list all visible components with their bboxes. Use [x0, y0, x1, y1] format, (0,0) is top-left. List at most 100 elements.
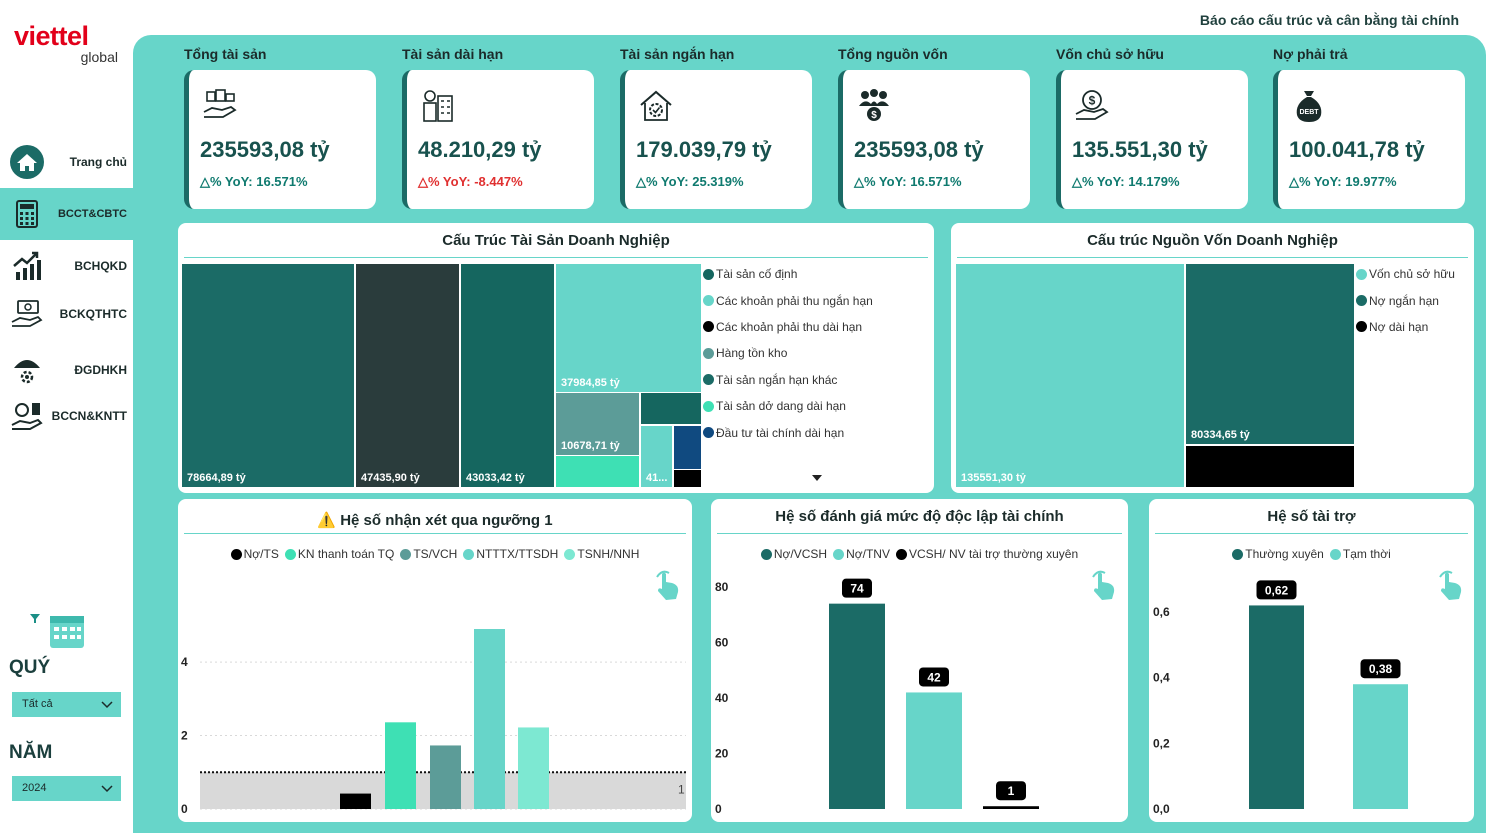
data-label: 1: [1008, 784, 1015, 798]
kpi-card[interactable]: 179.039,79 tỷ △% YoY: 25.319%: [620, 70, 812, 209]
kpi-value: 235593,08 tỷ: [854, 137, 984, 162]
bar-2[interactable]: [1353, 684, 1408, 809]
nav-label-bccn-kntt: BCCN&KNTT: [51, 409, 127, 423]
umbrella-gear-icon: [14, 360, 40, 384]
bar-1[interactable]: [829, 603, 885, 809]
bar-3[interactable]: [983, 806, 1039, 809]
treemap-tile-other-st[interactable]: 37984,85 tỷ: [556, 264, 701, 392]
treemap-tile-small-a[interactable]: [556, 456, 639, 487]
treemap-tile-inventory[interactable]: 43033,42 tỷ: [461, 264, 554, 487]
legend-item[interactable]: Các khoản phải thu ngắn hạn: [703, 287, 873, 313]
year-select[interactable]: 2024: [12, 776, 121, 801]
svg-text:$: $: [1089, 94, 1096, 108]
treemap-tile-lt-debt[interactable]: [1186, 446, 1354, 487]
nav-item-home[interactable]: Trang chủ: [0, 136, 133, 188]
legend-label: Các khoản phải thu ngắn hạn: [716, 293, 873, 308]
chevron-down-icon: [101, 701, 113, 709]
legend-item[interactable]: Đầu tư tài chính dài hạn: [703, 419, 873, 445]
legend-swatch: [703, 321, 714, 333]
y-tick-label: 0: [715, 802, 722, 816]
capital-legend: Vốn chủ sở hữu Nợ ngắn hạn Nợ dài hạn: [1356, 261, 1455, 340]
legend-item[interactable]: Nợ dài hạn: [1356, 314, 1455, 340]
treemap-tile-lt-investment[interactable]: [674, 426, 701, 469]
y-tick-label: 0,4: [1153, 671, 1170, 685]
treemap-tile-lt-receivables[interactable]: [674, 470, 701, 487]
y-tick-label: 2: [181, 729, 188, 743]
independence-ratio-chart: 0 20 40 60 80 74 42 1: [715, 578, 1039, 816]
debt-bag-icon: DEBT: [1296, 91, 1322, 122]
legend-scroll-down-icon[interactable]: [811, 474, 823, 482]
kpi-title: Tài sản dài hạn: [402, 46, 504, 62]
svg-text:$: $: [871, 110, 877, 121]
tile-label: 47435,90 tỷ: [361, 472, 420, 484]
y-tick-label: 0,6: [1153, 605, 1170, 619]
kpi-card[interactable]: $235593,08 tỷ △% YoY: 16.571%: [838, 70, 1030, 209]
capital-structure-title: Cấu trúc Nguồn Vốn Doanh Nghiệp: [1087, 232, 1338, 249]
calculator-icon: [16, 200, 38, 228]
kpi-card[interactable]: 48.210,29 tỷ △% YoY: -8.447%: [402, 70, 594, 209]
funding-ratio-card: Hệ số tài trợ Thường xuyên Tạm thời 0,0 0,…: [1149, 499, 1474, 822]
bar-1[interactable]: [1249, 605, 1304, 809]
treemap-tile-small-c[interactable]: 41...: [641, 426, 672, 487]
tile-label: 78664,89 tỷ: [187, 472, 246, 484]
legend-item[interactable]: Các khoản phải thu dài hạn: [703, 314, 873, 340]
kpi-yoy: △% YoY: 19.977%: [1289, 174, 1397, 189]
legend-swatch: [703, 400, 714, 412]
funding-ratio-chart: 0,0 0,2 0,4 0,6 0,62 0,38: [1153, 580, 1408, 816]
y-tick-label: 40: [715, 691, 729, 705]
nav-item-bchqkd[interactable]: BCHQKD: [0, 240, 133, 292]
legend-item[interactable]: Tài sản ngắn hạn khác: [703, 367, 873, 393]
legend-item[interactable]: Vốn chủ sở hữu: [1356, 261, 1455, 287]
legend-label: Nợ dài hạn: [1369, 319, 1429, 334]
tile-label: 10678,71 tỷ: [561, 440, 620, 452]
kpi-card[interactable]: DEBT 100.041,78 tỷ △% YoY: 19.977%: [1273, 70, 1465, 209]
legend-label: Tài sản dở dang dài hạn: [716, 399, 846, 414]
calendar-filter-icon[interactable]: [30, 610, 90, 654]
kpi-title: Vốn chủ sở hữu: [1056, 46, 1164, 62]
asset-legend: Tài sản cố định Các khoản phải thu ngắn h…: [703, 261, 873, 446]
treemap-tile-equity[interactable]: 135551,30 tỷ: [956, 264, 1184, 487]
bar-1[interactable]: [340, 793, 371, 809]
treemap-tile-st-receivables[interactable]: 47435,90 tỷ: [356, 264, 459, 487]
kpi-value: 100.041,78 tỷ: [1289, 137, 1425, 162]
logo-subtext: global: [80, 49, 118, 65]
bar-3[interactable]: [430, 745, 461, 809]
legend-label: Nợ ngắn hạn: [1369, 293, 1439, 308]
legend-item[interactable]: Tài sản dở dang dài hạn: [703, 393, 873, 419]
legend-item[interactable]: Hàng tồn kho: [703, 340, 873, 366]
legend-label: Vốn chủ sở hữu: [1369, 267, 1455, 282]
treemap-tile-small-b[interactable]: [641, 393, 701, 424]
nav-item-bccn-kntt[interactable]: BCCN&KNTT: [0, 390, 133, 442]
legend-label: Đầu tư tài chính dài hạn: [716, 425, 845, 440]
treemap-tile-fixed-assets[interactable]: 78664,89 tỷ: [182, 264, 354, 487]
treemap-tile-st-debt[interactable]: 80334,65 tỷ: [1186, 264, 1354, 444]
legend-item[interactable]: Nợ ngắn hạn: [1356, 287, 1455, 313]
kpi-yoy: △% YoY: 14.179%: [1072, 174, 1180, 189]
quarter-select[interactable]: Tất cả: [12, 692, 121, 717]
nav-item-bckqthtc[interactable]: BCKQTHTC: [0, 288, 133, 340]
y-tick-label: 0,0: [1153, 802, 1170, 816]
card-divider: [957, 257, 1468, 258]
y-tick-label: 80: [715, 580, 729, 594]
quarter-filter-label: QUÝ: [9, 657, 51, 678]
legend-label: Tài sản cố định: [716, 267, 798, 282]
bar-2[interactable]: [906, 692, 962, 809]
y-tick-label: 4: [181, 655, 188, 669]
data-label: 0,38: [1369, 662, 1393, 676]
bar-5[interactable]: [518, 727, 549, 809]
kpi-card[interactable]: 235593,08 tỷ △% YoY: 16.571%: [184, 70, 376, 209]
y-tick-label: 0,2: [1153, 736, 1170, 750]
legend-item[interactable]: Tài sản cố định: [703, 261, 873, 287]
home-icon: [10, 145, 44, 179]
treemap-tile-wip[interactable]: 10678,71 tỷ: [556, 393, 639, 455]
threshold-ratio-card: ⚠️ Hệ số nhận xét qua ngưỡng 1 Nợ/TS KN t…: [178, 499, 692, 822]
chevron-down-icon: [101, 785, 113, 793]
kpi-card[interactable]: $135.551,30 tỷ △% YoY: 14.179%: [1056, 70, 1248, 209]
nav-item-dgdhkh[interactable]: ĐGDHKH: [0, 344, 133, 396]
tile-label: 43033,42 tỷ: [466, 472, 525, 484]
debt-hand-icon: [11, 403, 43, 430]
bar-4[interactable]: [474, 629, 505, 809]
legend-swatch: [703, 374, 714, 386]
bar-2[interactable]: [385, 722, 416, 809]
nav-item-bcct-cbtc[interactable]: BCCT&CBTC: [0, 188, 133, 240]
